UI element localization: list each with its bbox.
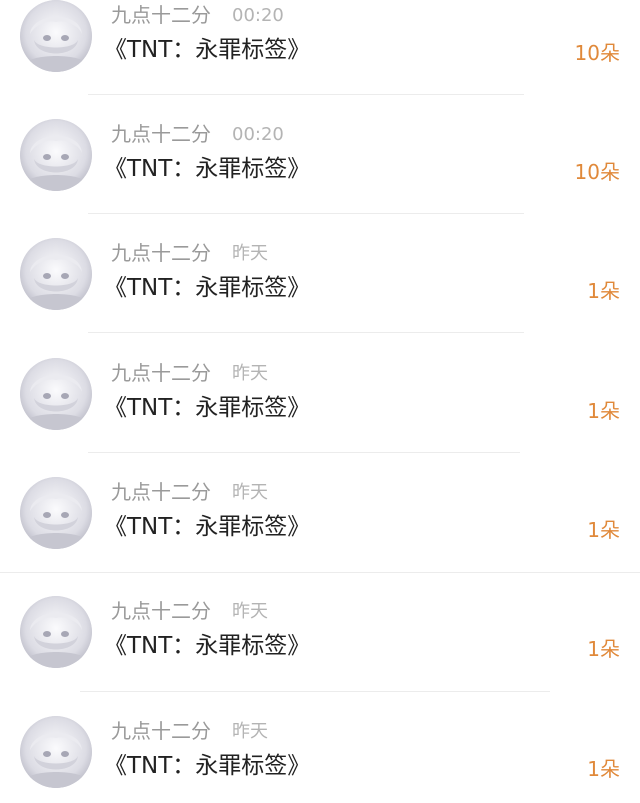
gift-time: 昨天 [232,721,268,742]
flower-count: 10朵 [574,41,620,65]
gift-time: 00:20 [232,124,284,145]
book-title[interactable]: 《TNT：永罪标签》 [104,34,310,66]
row-divider [0,572,640,573]
anime-avatar-icon[interactable] [20,358,92,430]
book-title[interactable]: 《TNT：永罪标签》 [104,272,310,304]
book-title[interactable]: 《TNT：永罪标签》 [104,750,310,782]
flower-count: 1朵 [587,399,620,423]
gift-record-list: 九点十二分 00:20 《TNT：永罪标签》 10朵 九点十二分 00:20 《TNT：永罪… [0,0,640,803]
row-divider [80,691,550,692]
row-divider [88,94,524,95]
sender-name[interactable]: 九点十二分 [111,360,211,386]
gift-time: 昨天 [232,601,268,622]
gift-record-row[interactable]: 九点十二分 00:20 《TNT：永罪标签》 10朵 [0,119,640,238]
gift-record-row[interactable]: 九点十二分 昨天《TNT：永罪标签》 1朵 [0,358,640,477]
sender-name[interactable]: 九点十二分 [111,718,211,744]
anime-avatar-icon[interactable] [20,0,92,72]
book-title[interactable]: 《TNT：永罪标签》 [104,511,310,543]
sender-name[interactable]: 九点十二分 [111,240,211,266]
book-title[interactable]: 《TNT：永罪标签》 [104,392,310,424]
gift-record-row[interactable]: 九点十二分 昨天《TNT：永罪标签》 1朵 [0,596,640,715]
anime-avatar-icon[interactable] [20,119,92,191]
row-divider [88,213,524,214]
flower-count: 1朵 [587,757,620,781]
flower-count: 1朵 [587,637,620,661]
flower-count: 10朵 [574,160,620,184]
sender-name[interactable]: 九点十二分 [111,121,211,147]
book-title[interactable]: 《TNT：永罪标签》 [104,630,310,662]
sender-name[interactable]: 九点十二分 [111,598,211,624]
sender-name[interactable]: 九点十二分 [111,479,211,505]
sender-name[interactable]: 九点十二分 [111,2,211,28]
gift-record-row[interactable]: 九点十二分 昨天《TNT：永罪标签》 1朵 [0,477,640,596]
flower-count: 1朵 [587,518,620,542]
book-title[interactable]: 《TNT：永罪标签》 [104,153,310,185]
gift-time: 昨天 [232,363,268,384]
gift-time: 00:20 [232,5,284,26]
row-divider [88,452,520,453]
gift-record-row[interactable]: 九点十二分 昨天《TNT：永罪标签》 1朵 [0,238,640,357]
gift-time: 昨天 [232,243,268,264]
gift-record-row[interactable]: 九点十二分 00:20 《TNT：永罪标签》 10朵 [0,0,640,119]
anime-avatar-icon[interactable] [20,596,92,668]
anime-avatar-icon[interactable] [20,477,92,549]
anime-avatar-icon[interactable] [20,716,92,788]
gift-time: 昨天 [232,482,268,503]
anime-avatar-icon[interactable] [20,238,92,310]
flower-count: 1朵 [587,279,620,303]
row-divider [88,332,524,333]
gift-record-row[interactable]: 九点十二分 昨天《TNT：永罪标签》 1朵 [0,716,640,803]
